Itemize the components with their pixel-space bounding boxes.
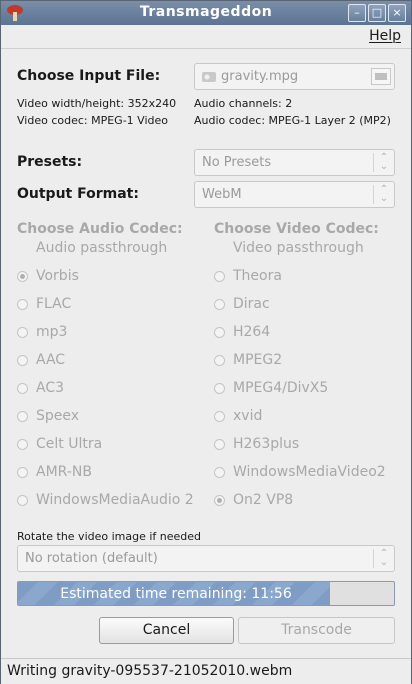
radio-button-icon[interactable] [17, 326, 28, 338]
rotation-value: No rotation (default) [25, 551, 158, 566]
audio-codec-info: Audio codec: MPEG-1 Layer 2 (MP2) [194, 114, 391, 127]
close-button[interactable]: × [388, 4, 406, 22]
radio-button-icon[interactable] [214, 326, 225, 338]
radio-button-icon[interactable] [17, 270, 28, 282]
transcode-button[interactable]: Transcode [238, 617, 395, 644]
progress-bar: Estimated time remaining: 11:56 [17, 581, 395, 606]
video-codec-label: On2 VP8 [233, 492, 294, 508]
radio-button-icon[interactable] [214, 382, 225, 394]
main-window: Transmageddon – □ × Help Choose Input Fi… [0, 0, 412, 684]
output-format-label: Output Format: [17, 186, 139, 202]
titlebar[interactable]: Transmageddon – □ × [1, 1, 411, 25]
audio-codec-option[interactable]: Speex [17, 408, 79, 424]
cancel-button[interactable]: Cancel [99, 617, 234, 644]
audio-codec-option[interactable]: WindowsMediaAudio 2 [17, 492, 194, 508]
minimize-button[interactable]: – [348, 4, 366, 22]
audio-codec-option[interactable]: FLAC [17, 296, 71, 312]
combo-arrows-icon: ⌃ ⌄ [373, 185, 394, 204]
video-codec-label: xvid [233, 408, 263, 424]
radio-button-icon[interactable] [214, 410, 225, 422]
video-codec-option[interactable]: Theora [214, 268, 282, 284]
input-file-chooser[interactable]: gravity.mpg [194, 63, 395, 90]
audio-codec-label: AMR-NB [36, 464, 92, 480]
video-codec-label: Theora [233, 268, 282, 284]
radio-button-icon[interactable] [17, 354, 28, 366]
audio-codec-label: Vorbis [36, 268, 79, 284]
radio-button-icon[interactable] [214, 466, 225, 478]
video-codec-option[interactable]: WindowsMediaVideo2 [214, 464, 386, 480]
audio-codec-option[interactable]: mp3 [17, 324, 67, 340]
audio-codec-label: Speex [36, 408, 80, 424]
combo-arrows-icon: ⌃ ⌄ [373, 549, 394, 568]
video-codec-label: WindowsMediaVideo2 [233, 464, 386, 480]
audio-codec-option[interactable]: Celt Ultra [17, 436, 102, 452]
statusbar: Writing gravity-095537-21052010.webm [1, 658, 411, 684]
combo-arrows-icon: ⌃ ⌄ [373, 153, 394, 172]
output-format-value: WebM [202, 187, 242, 202]
radio-button-icon[interactable] [214, 298, 225, 310]
input-file-label: Choose Input File: [17, 68, 161, 84]
radio-button-icon[interactable] [17, 298, 28, 310]
audio-codec-option[interactable]: AMR-NB [17, 464, 92, 480]
radio-button-icon[interactable] [17, 466, 28, 478]
radio-button-icon[interactable] [17, 382, 28, 394]
radio-button-icon[interactable] [214, 354, 225, 366]
video-codec-label: H264 [233, 324, 271, 340]
audio-codec-option[interactable]: Vorbis [17, 268, 79, 284]
presets-label: Presets: [17, 154, 83, 170]
maximize-button[interactable]: □ [368, 4, 386, 22]
video-codec-option[interactable]: Video passthrough [214, 240, 364, 256]
radio-button-icon[interactable] [214, 270, 225, 282]
rotate-label: Rotate the video image if needed [17, 530, 202, 543]
video-codec-label: Video passthrough [233, 240, 364, 256]
video-codec-label: MPEG4/DivX5 [233, 380, 329, 396]
video-codec-option[interactable]: Dirac [214, 296, 270, 312]
video-file-icon [202, 72, 216, 82]
video-codec-heading: Choose Video Codec: [214, 221, 379, 237]
audio-codec-option[interactable]: Audio passthrough [17, 240, 167, 256]
video-size-info: Video width/height: 352x240 [17, 97, 177, 110]
audio-codec-label: Audio passthrough [36, 240, 168, 256]
cancel-label: Cancel [142, 622, 191, 638]
video-codec-info: Video codec: MPEG-1 Video [17, 114, 168, 127]
radio-button-icon[interactable] [214, 494, 225, 506]
video-codec-option[interactable]: MPEG4/DivX5 [214, 380, 328, 396]
video-codec-option[interactable]: H263plus [214, 436, 299, 452]
menu-help[interactable]: Help [369, 28, 401, 44]
input-file-name: gravity.mpg [221, 69, 299, 84]
audio-codec-label: Celt Ultra [36, 436, 103, 452]
audio-channels-info: Audio channels: 2 [194, 97, 293, 110]
presets-value: No Presets [202, 155, 272, 170]
presets-combo[interactable]: No Presets ⌃ ⌄ [194, 149, 395, 176]
audio-codec-label: mp3 [36, 324, 68, 340]
video-codec-option[interactable]: MPEG2 [214, 352, 282, 368]
radio-button-icon[interactable] [17, 410, 28, 422]
output-format-combo[interactable]: WebM ⌃ ⌄ [194, 181, 395, 208]
audio-codec-label: AC3 [36, 380, 65, 396]
rotation-combo[interactable]: No rotation (default) ⌃ ⌄ [17, 545, 395, 572]
video-codec-option[interactable]: H264 [214, 324, 270, 340]
radio-button-icon[interactable] [17, 438, 28, 450]
audio-codec-label: WindowsMediaAudio 2 [36, 492, 194, 508]
menubar: Help [1, 25, 411, 49]
video-codec-label: Dirac [233, 296, 270, 312]
radio-button-icon[interactable] [214, 438, 225, 450]
video-codec-option[interactable]: On2 VP8 [214, 492, 293, 508]
video-codec-option[interactable]: xvid [214, 408, 262, 424]
audio-codec-label: AAC [36, 352, 66, 368]
audio-codec-label: FLAC [36, 296, 72, 312]
progress-text: Estimated time remaining: 11:56 [60, 586, 292, 602]
open-folder-icon [371, 68, 391, 85]
status-text: Writing gravity-095537-21052010.webm [7, 663, 293, 679]
video-codec-label: MPEG2 [233, 352, 283, 368]
audio-codec-option[interactable]: AAC [17, 352, 65, 368]
audio-codec-option[interactable]: AC3 [17, 380, 64, 396]
transcode-label: Transcode [281, 622, 352, 638]
audio-codec-heading: Choose Audio Codec: [17, 221, 183, 237]
video-codec-label: H263plus [233, 436, 300, 452]
radio-button-icon[interactable] [17, 494, 28, 506]
